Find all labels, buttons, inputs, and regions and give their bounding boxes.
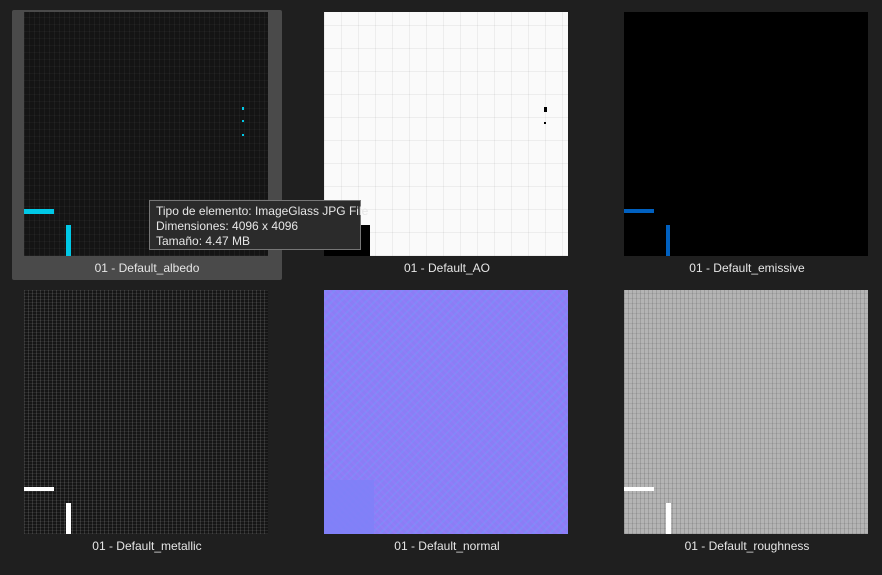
thumbnail-emissive [624, 12, 868, 256]
file-item-normal[interactable]: 01 - Default_normal [312, 288, 582, 558]
roughness-white-mark [666, 503, 671, 534]
metallic-white-mark [24, 487, 54, 491]
normal-flat-region [324, 480, 374, 534]
metallic-white-mark [66, 503, 71, 534]
file-label: 01 - Default_AO [403, 261, 491, 275]
file-item-metallic[interactable]: 01 - Default_metallic [12, 288, 282, 558]
tooltip-size-line: Tamaño: 4.47 MB [156, 234, 251, 248]
thumbnail-roughness [624, 290, 868, 534]
ao-dark-dot [544, 122, 546, 124]
emissive-blue-mark [624, 209, 654, 213]
file-label: 01 - Default_normal [394, 539, 500, 553]
file-item-emissive[interactable]: 01 - Default_emissive [612, 10, 882, 280]
thumbnail-metallic [24, 290, 268, 534]
albedo-cyan-dot [242, 120, 244, 122]
albedo-cyan-mark [24, 209, 54, 214]
file-info-tooltip: Tipo de elemento: ImageGlass JPG File Di… [149, 200, 369, 250]
thumbnail-normal [324, 290, 568, 534]
roughness-white-mark [624, 487, 654, 491]
albedo-cyan-dot [242, 134, 244, 136]
emissive-blue-mark [666, 225, 670, 256]
tooltip-type-line: Tipo de elemento: ImageGlass JPG File [156, 204, 369, 218]
file-label: 01 - Default_emissive [689, 261, 805, 275]
file-label: 01 - Default_metallic [92, 539, 202, 553]
file-label: 01 - Default_roughness [684, 539, 810, 553]
file-item-roughness[interactable]: 01 - Default_roughness [612, 288, 882, 558]
ao-dark-dot [544, 107, 547, 112]
albedo-cyan-dot [242, 107, 244, 110]
file-grid: 01 - Default_albedo 01 - Default_AO 01 -… [0, 0, 882, 575]
file-label: 01 - Default_albedo [94, 261, 200, 275]
albedo-cyan-mark [66, 225, 71, 256]
tooltip-dimensions-line: Dimensiones: 4096 x 4096 [156, 219, 299, 233]
